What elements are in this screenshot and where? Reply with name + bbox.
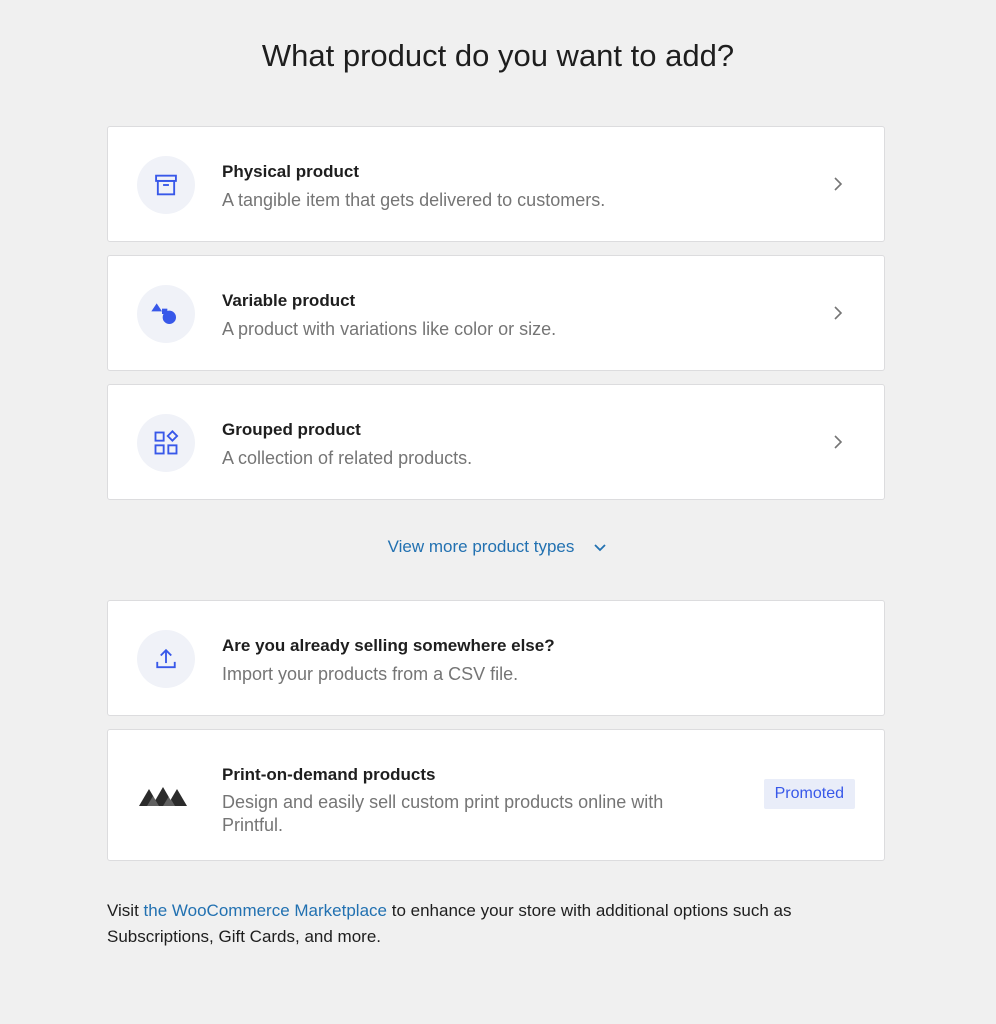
print-on-demand-text: Print-on-demand products Design and easi… xyxy=(222,764,699,837)
grouped-product-text: Grouped product A collection of related … xyxy=(222,419,694,470)
chevron-right-icon xyxy=(834,177,843,191)
card-description: A product with variations like color or … xyxy=(222,319,557,339)
archive-box-icon xyxy=(137,156,195,214)
marketplace-footer: Visit the WooCommerce Marketplace to enh… xyxy=(107,898,847,950)
chevron-down-icon xyxy=(594,544,607,552)
card-title: Print-on-demand products xyxy=(222,765,436,784)
upload-icon xyxy=(137,630,195,688)
chevron-right-icon xyxy=(834,306,843,320)
promoted-badge: Promoted xyxy=(763,779,855,809)
variable-product-card[interactable]: Variable product A product with variatio… xyxy=(107,255,885,371)
shapes-icon xyxy=(137,285,195,343)
card-description: A tangible item that gets delivered to c… xyxy=(222,190,606,210)
physical-product-card[interactable]: Physical product A tangible item that ge… xyxy=(107,126,885,242)
card-description: Import your products from a CSV file. xyxy=(222,664,519,684)
import-products-card[interactable]: Are you already selling somewhere else? … xyxy=(107,600,885,716)
card-title: Variable product xyxy=(222,291,356,310)
card-title: Grouped product xyxy=(222,420,361,439)
view-more-label: View more product types xyxy=(387,537,575,556)
grouped-product-card[interactable]: Grouped product A collection of related … xyxy=(107,384,885,500)
print-on-demand-card[interactable]: Print-on-demand products Design and easi… xyxy=(107,729,885,861)
import-products-text: Are you already selling somewhere else? … xyxy=(222,635,694,686)
card-title: Are you already selling somewhere else? xyxy=(222,636,555,655)
grid-shapes-icon xyxy=(137,414,195,472)
card-description: Design and easily sell custom print prod… xyxy=(222,792,664,835)
page-title: What product do you want to add? xyxy=(261,38,735,73)
physical-product-text: Physical product A tangible item that ge… xyxy=(222,161,694,212)
woocommerce-marketplace-link[interactable]: the WooCommerce Marketplace xyxy=(144,901,387,920)
card-description: A collection of related products. xyxy=(222,448,473,468)
variable-product-text: Variable product A product with variatio… xyxy=(222,290,694,341)
add-product-page: What product do you want to add? Physica… xyxy=(0,0,996,1024)
footer-prefix: Visit xyxy=(107,901,144,920)
chevron-right-icon xyxy=(834,435,843,449)
view-more-product-types-button[interactable]: View more product types xyxy=(0,537,996,557)
card-title: Physical product xyxy=(222,162,359,181)
printful-logo-icon xyxy=(139,784,191,813)
